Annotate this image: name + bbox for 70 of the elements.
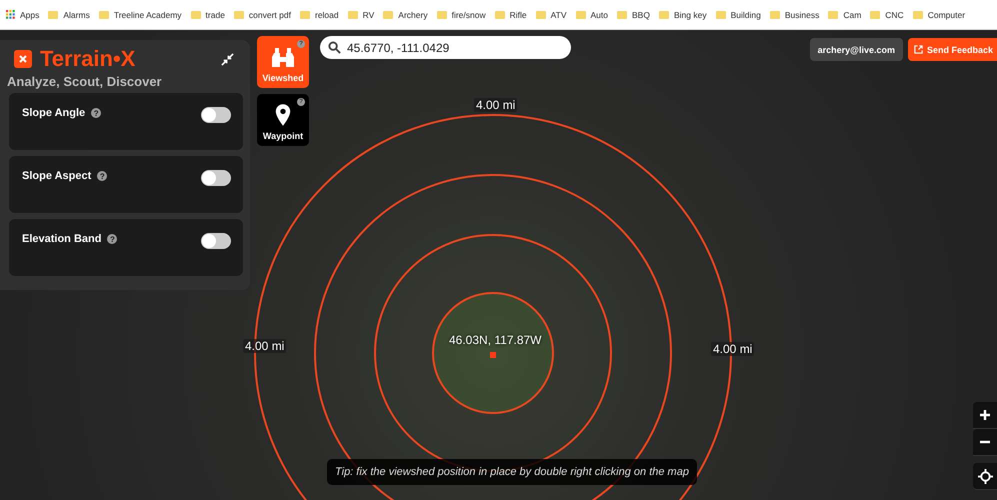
close-icon	[18, 54, 28, 64]
app-title: Terrain•X	[40, 46, 136, 72]
zoom-in-button[interactable]	[973, 402, 997, 429]
folder-icon	[716, 10, 726, 18]
distance-label: 4.00 mi	[474, 98, 518, 112]
apps-link[interactable]: Apps	[6, 10, 40, 20]
coordinate-label: 46.03N, 117.87W	[449, 333, 542, 347]
layer-label: Elevation Band	[22, 233, 102, 245]
center-marker	[490, 352, 496, 358]
bookmark-link[interactable]: Auto	[576, 10, 608, 20]
layer-label: Slope Aspect	[22, 170, 92, 182]
layer-label: Slope Angle	[22, 107, 86, 119]
account-button[interactable]: archery@live.com	[810, 38, 903, 61]
external-link-icon	[914, 45, 923, 54]
collapse-icon[interactable]	[221, 52, 234, 66]
bookmark-link[interactable]: reload	[300, 10, 339, 20]
binoculars-icon	[271, 47, 295, 69]
folder-icon	[770, 10, 780, 18]
folder-icon	[300, 10, 310, 18]
bookmark-link[interactable]: BBQ	[617, 10, 650, 20]
plus-icon	[979, 409, 991, 421]
distance-label: 4.00 mi	[711, 342, 754, 356]
distance-label: 4.00 mi	[243, 339, 286, 353]
bookmark-link[interactable]: Business	[770, 10, 820, 20]
map-view[interactable]	[0, 30, 997, 500]
help-icon[interactable]: ?	[97, 171, 108, 181]
bookmark-link[interactable]: Computer	[912, 10, 966, 20]
folder-icon	[234, 10, 244, 18]
folder-icon	[48, 10, 58, 18]
folder-icon	[348, 10, 358, 18]
bookmark-link[interactable]: Cam	[828, 10, 862, 20]
map-pin-icon	[274, 103, 292, 127]
close-button[interactable]	[14, 50, 32, 68]
toggle-switch[interactable]	[201, 233, 231, 249]
bookmark-link[interactable]: Bing key	[658, 10, 707, 20]
help-icon[interactable]: ?	[107, 234, 118, 244]
zoom-out-button[interactable]	[973, 429, 997, 456]
tip-text: Tip: fix the viewshed position in place by double right clicking on the map	[327, 459, 697, 485]
bookmark-link[interactable]: Rifle	[494, 10, 527, 20]
apps-grid-icon	[6, 10, 15, 19]
bookmark-link[interactable]: fire/snow	[436, 10, 486, 20]
folder-icon	[436, 10, 447, 18]
bookmark-link[interactable]: Alarms	[48, 10, 90, 20]
folder-icon	[617, 10, 628, 18]
bookmark-link[interactable]: Building	[716, 10, 761, 20]
search-icon	[328, 41, 341, 54]
folder-icon	[870, 10, 880, 18]
bookmark-link[interactable]: CNC	[870, 10, 904, 20]
bookmark-link[interactable]: trade	[190, 10, 225, 20]
folder-icon	[828, 10, 838, 18]
toggle-switch[interactable]	[201, 107, 231, 123]
folder-icon	[383, 10, 394, 18]
bookmark-link[interactable]: ATV	[536, 10, 567, 20]
folder-icon	[98, 10, 109, 18]
folder-icon	[912, 10, 923, 18]
folder-icon	[494, 10, 505, 18]
bookmark-link[interactable]: Archery	[383, 10, 428, 20]
app-subtitle: Analyze, Scout, Discover	[7, 74, 163, 89]
toggle-switch[interactable]	[201, 170, 231, 186]
bookmark-link[interactable]: convert pdf	[234, 10, 291, 20]
help-icon[interactable]: ?	[91, 108, 102, 118]
bookmark-link[interactable]: Treeline Academy	[98, 10, 182, 20]
folder-icon	[536, 10, 546, 18]
crosshair-icon	[978, 468, 992, 484]
bookmark-link[interactable]: RV	[348, 10, 374, 20]
search-field[interactable]: 45.6770, -111.0429	[320, 36, 571, 59]
folder-icon	[190, 10, 201, 18]
folder-icon	[658, 10, 669, 18]
locate-button[interactable]	[973, 463, 997, 490]
folder-icon	[576, 10, 586, 18]
